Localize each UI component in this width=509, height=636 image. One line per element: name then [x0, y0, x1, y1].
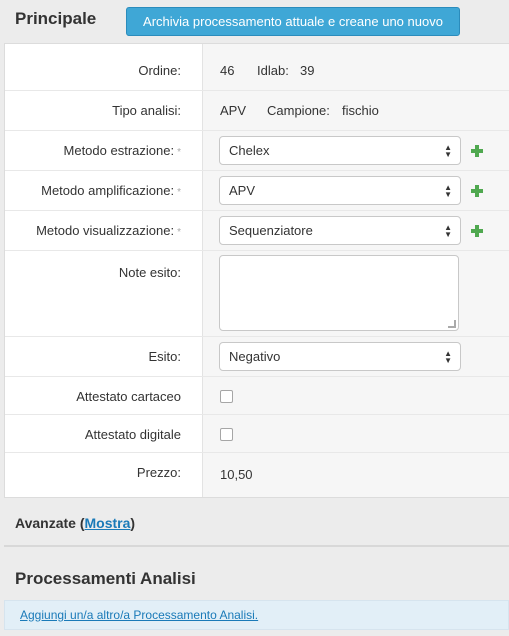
- select-arrows-icon: ▲ ▼: [444, 223, 452, 239]
- mostra-link[interactable]: Mostra: [85, 515, 131, 531]
- note-esito-label: Note esito:: [118, 265, 181, 280]
- esito-label: Esito:: [148, 349, 181, 364]
- tipo-analisi-label: Tipo analisi:: [112, 103, 181, 118]
- metodo-visualizzazione-label: Metodo visualizzazione: *: [36, 223, 181, 238]
- note-esito-textarea[interactable]: [219, 255, 459, 331]
- row-ordine: Ordine: 46 Idlab: 39: [5, 44, 509, 91]
- avanzate-close: ): [130, 515, 136, 531]
- row-metodo-visualizzazione: Metodo visualizzazione: * Sequenziatore ▲…: [5, 211, 509, 251]
- idlab-label: Idlab:: [257, 63, 289, 78]
- row-metodo-estrazione: Metodo estrazione: * Chelex ▲ ▼: [5, 131, 509, 171]
- row-attestato-cartaceo: Attestato cartaceo: [5, 377, 509, 415]
- row-attestato-digitale: Attestato digitale: [5, 415, 509, 453]
- attestato-digitale-label: Attestato digitale: [84, 427, 181, 442]
- prezzo-value: 10,50: [220, 467, 253, 482]
- prezzo-label: Prezzo:: [136, 465, 181, 480]
- row-tipo-analisi: Tipo analisi: APV Campione: fischio: [5, 91, 509, 131]
- metodo-amplificazione-label: Metodo amplificazione: *: [41, 183, 181, 198]
- avanzate-label: Avanzate (: [15, 515, 85, 531]
- ordine-value: 46: [220, 63, 235, 78]
- required-marker: *: [177, 227, 181, 238]
- add-processamento-link[interactable]: Aggiungi un/a altro/a Processamento Anal…: [20, 608, 258, 622]
- archive-and-create-button[interactable]: Archivia processamento attuale e creane …: [126, 7, 460, 36]
- select-arrows-icon: ▲ ▼: [444, 143, 452, 159]
- ordine-label: Ordine:: [138, 63, 181, 78]
- avanzate-section: Avanzate (Mostra): [15, 515, 135, 531]
- main-form: Ordine: 46 Idlab: 39 Tipo analisi: APV C…: [4, 43, 509, 498]
- resize-grip-icon[interactable]: [448, 320, 456, 328]
- metodo-estrazione-select[interactable]: Chelex ▲ ▼: [219, 136, 461, 165]
- idlab-value: 39: [300, 63, 315, 78]
- attestato-cartaceo-label: Attestato cartaceo: [76, 389, 181, 404]
- required-marker: *: [177, 147, 181, 158]
- page-header: Principale Archivia processamento attual…: [0, 0, 509, 42]
- row-prezzo: Prezzo: 10,50: [5, 453, 509, 499]
- required-marker: *: [177, 187, 181, 198]
- add-metodo-estrazione-plus-icon[interactable]: [471, 145, 483, 157]
- tipo-analisi-value: APV: [220, 103, 247, 118]
- selected-value: Chelex: [229, 143, 270, 158]
- selected-value: Sequenziatore: [229, 223, 313, 238]
- section-divider: [4, 545, 509, 547]
- esito-select[interactable]: Negativo ▲ ▼: [219, 342, 461, 371]
- campione-value: fischio: [342, 103, 379, 118]
- selected-value: APV: [229, 183, 256, 198]
- metodo-estrazione-label: Metodo estrazione: *: [63, 143, 181, 158]
- attestato-digitale-checkbox[interactable]: [220, 428, 233, 441]
- row-esito: Esito: Negativo ▲ ▼: [5, 337, 509, 377]
- processamenti-title: Processamenti Analisi: [15, 569, 196, 588]
- select-arrows-icon: ▲ ▼: [444, 183, 452, 199]
- selected-value: Negativo: [229, 349, 281, 364]
- campione-label: Campione:: [267, 103, 330, 118]
- add-metodo-visualizzazione-plus-icon[interactable]: [471, 225, 483, 237]
- metodo-visualizzazione-select[interactable]: Sequenziatore ▲ ▼: [219, 216, 461, 245]
- add-metodo-amplificazione-plus-icon[interactable]: [471, 185, 483, 197]
- processamenti-bar: Aggiungi un/a altro/a Processamento Anal…: [4, 600, 509, 630]
- section-title: Principale: [15, 9, 97, 28]
- select-arrows-icon: ▲ ▼: [444, 349, 452, 365]
- metodo-amplificazione-select[interactable]: APV ▲ ▼: [219, 176, 461, 205]
- row-metodo-amplificazione: Metodo amplificazione: * APV ▲ ▼: [5, 171, 509, 211]
- attestato-cartaceo-checkbox[interactable]: [220, 390, 233, 403]
